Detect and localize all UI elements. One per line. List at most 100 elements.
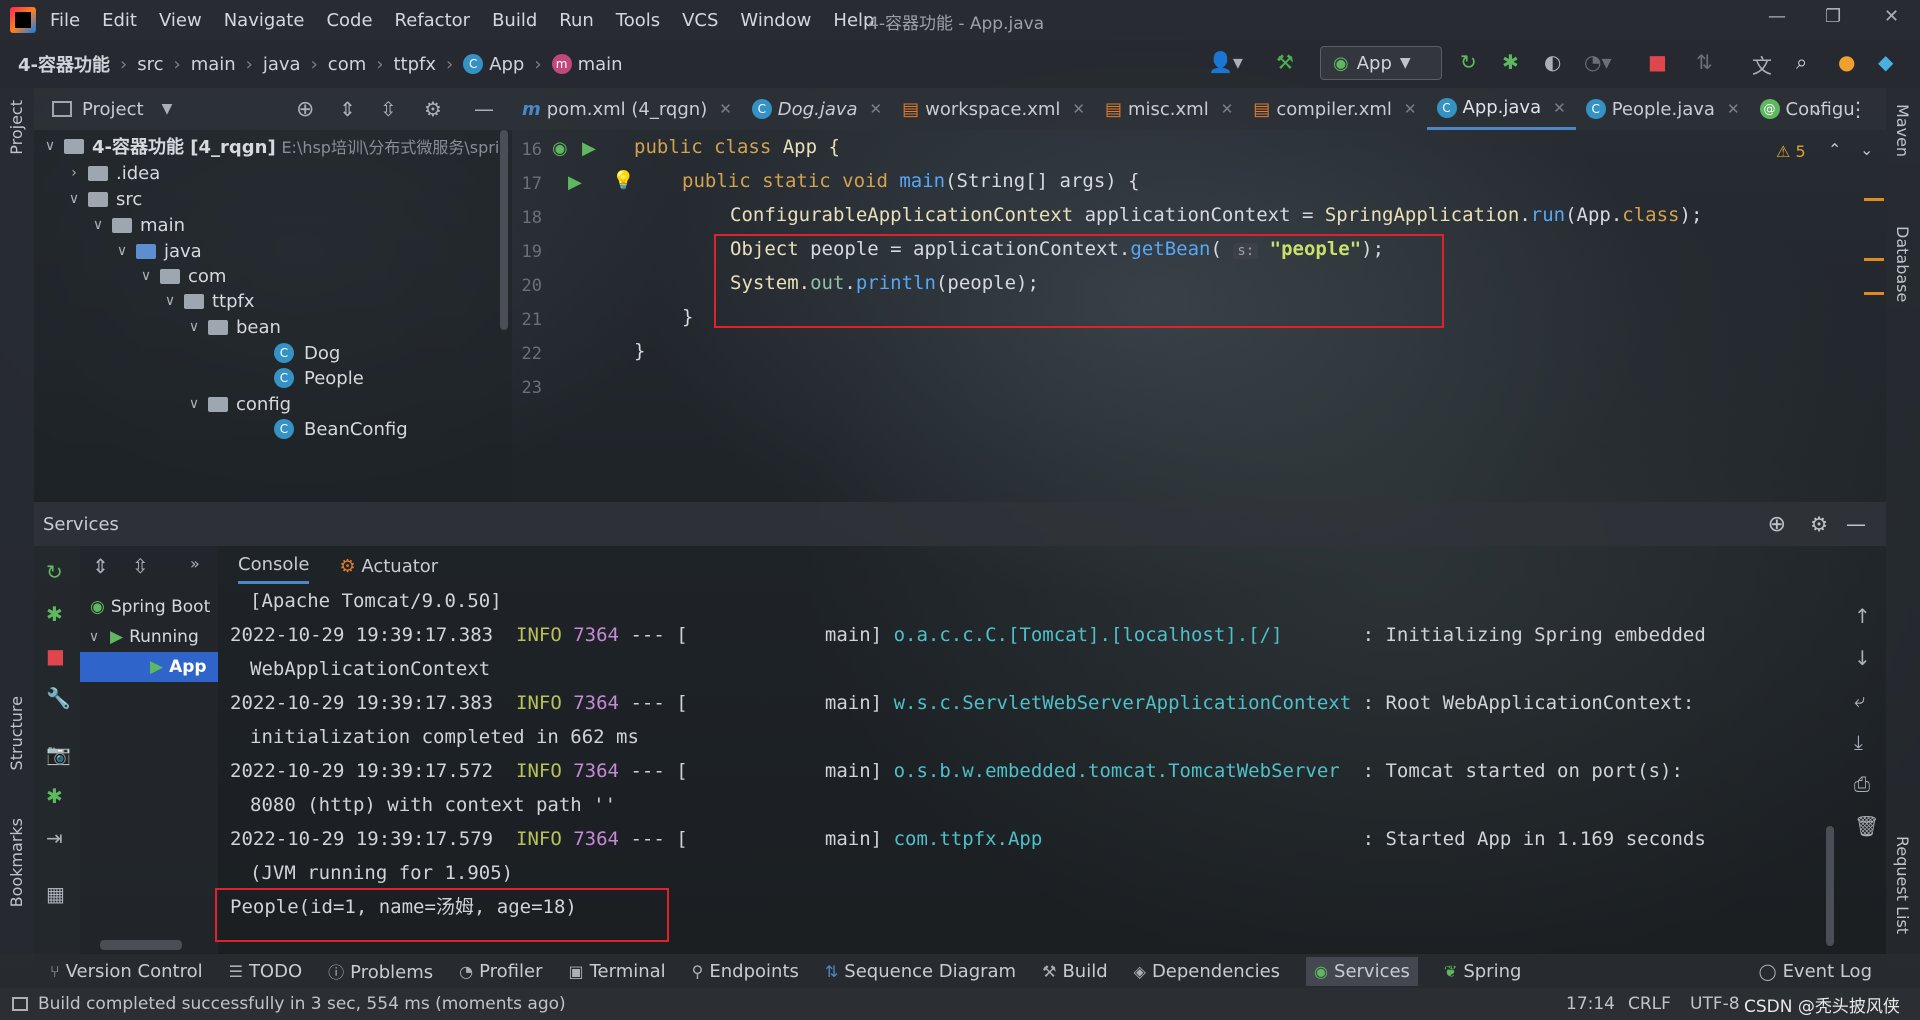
collapse-all-icon[interactable]: ⇳ bbox=[380, 97, 397, 121]
maven-tool-tab[interactable]: Maven bbox=[1893, 104, 1912, 157]
menu-window[interactable]: Window bbox=[740, 10, 811, 31]
tab-list-chevron-icon[interactable]: ⌄ bbox=[1809, 99, 1824, 120]
service-node-app[interactable]: ▶ App bbox=[80, 652, 218, 682]
next-highlight-icon[interactable]: ⌄ bbox=[1860, 140, 1873, 159]
rerun-icon[interactable]: ↻ bbox=[46, 560, 63, 584]
menu-edit[interactable]: Edit bbox=[102, 10, 137, 31]
file-encoding[interactable]: UTF-8 bbox=[1690, 994, 1740, 1014]
breadcrumb-app[interactable]: App bbox=[489, 54, 524, 75]
service-node-running[interactable]: ∨ ▶ Running bbox=[84, 622, 199, 652]
menu-file[interactable]: File bbox=[50, 10, 80, 31]
breadcrumb-java[interactable]: java bbox=[263, 54, 301, 75]
more-options-icon[interactable]: ⋮ bbox=[1848, 97, 1868, 121]
rerun-icon[interactable]: ↻ bbox=[1460, 50, 1477, 74]
layout-icon[interactable]: ▦ bbox=[46, 882, 65, 906]
stop-icon[interactable]: ■ bbox=[1648, 50, 1667, 74]
request-list-tool-tab[interactable]: Request List bbox=[1893, 836, 1912, 934]
vcs-icon[interactable]: ⇅ bbox=[1696, 50, 1713, 74]
print-icon[interactable]: ⎙ bbox=[1854, 772, 1870, 796]
tool-spring[interactable]: ❦ Spring bbox=[1444, 961, 1522, 982]
status-message[interactable]: Build completed successfully in 3 sec, 5… bbox=[38, 994, 566, 1014]
debug-icon[interactable]: ✱ bbox=[1502, 50, 1519, 74]
spring-bean-icon[interactable]: ◉ bbox=[552, 138, 568, 159]
tool-profiler[interactable]: ◔ Profiler bbox=[459, 961, 542, 982]
tool-services[interactable]: ◉ Services bbox=[1306, 956, 1418, 986]
collapse-all-icon[interactable]: ⇳ bbox=[132, 554, 149, 578]
camera-icon[interactable]: 📷 bbox=[46, 742, 71, 766]
close-tab-icon[interactable]: ✕ bbox=[1727, 100, 1740, 118]
menu-refactor[interactable]: Refactor bbox=[395, 10, 471, 31]
tree-node-bean[interactable]: ∨ bean bbox=[184, 312, 281, 342]
prev-highlight-icon[interactable]: ⌃ bbox=[1828, 140, 1841, 159]
wrench-icon[interactable]: 🔧 bbox=[46, 686, 71, 710]
tool-problems[interactable]: ⓘ Problems bbox=[328, 959, 433, 983]
close-tab-icon[interactable]: ✕ bbox=[1072, 100, 1085, 118]
tool-build[interactable]: ⚒ Build bbox=[1042, 961, 1108, 982]
breadcrumb-ttpfx[interactable]: ttpfx bbox=[393, 54, 436, 75]
breadcrumb-main[interactable]: main bbox=[191, 54, 236, 75]
tool-sequence-diagram[interactable]: ⇅ Sequence Diagram bbox=[825, 961, 1016, 982]
tool-terminal[interactable]: ▣ Terminal bbox=[568, 961, 665, 982]
bookmarks-tool-tab[interactable]: Bookmarks bbox=[7, 818, 26, 907]
restore-icon[interactable]: ❐ bbox=[1825, 6, 1841, 27]
tool-endpoints[interactable]: ⚲ Endpoints bbox=[692, 961, 799, 982]
user-icon[interactable]: 👤▾ bbox=[1208, 50, 1243, 74]
menu-code[interactable]: Code bbox=[326, 10, 372, 31]
locate-icon[interactable]: ⊕ bbox=[1768, 512, 1786, 537]
tab-pom-xml[interactable]: m pom.xml (4_rqgn) ✕ bbox=[512, 88, 742, 130]
run-config-select[interactable]: ◉ App ▼ bbox=[1320, 46, 1442, 80]
bulb-icon[interactable]: 💡 bbox=[612, 170, 634, 191]
run-gutter-icon[interactable]: ▶ bbox=[582, 138, 596, 159]
expand-all-icon[interactable]: ⇕ bbox=[339, 97, 356, 121]
scroll-up-icon[interactable]: ↑ bbox=[1854, 604, 1871, 628]
database-tool-tab[interactable]: Database bbox=[1893, 226, 1912, 302]
tree-node-root[interactable]: ∨ 4-容器功能 [4_rqgn] E:\hsp培训\分布式微服务\sprin bbox=[40, 131, 510, 161]
menu-build[interactable]: Build bbox=[492, 10, 537, 31]
expand-all-icon[interactable]: ⇕ bbox=[92, 554, 109, 578]
menu-navigate[interactable]: Navigate bbox=[224, 10, 305, 31]
translate-icon[interactable]: 文 bbox=[1752, 50, 1772, 79]
tab-workspace-xml[interactable]: ▤ workspace.xml ✕ bbox=[892, 88, 1095, 130]
search-icon[interactable]: ⌕ bbox=[1796, 50, 1807, 74]
close-icon[interactable]: ✕ bbox=[1884, 6, 1899, 27]
stop-icon[interactable]: ■ bbox=[46, 644, 65, 668]
debug-settings-icon[interactable]: ✱ bbox=[46, 784, 63, 808]
tool-todo[interactable]: ☰ TODO bbox=[229, 961, 303, 982]
caret-position[interactable]: 17:14 bbox=[1566, 994, 1615, 1014]
profile-icon[interactable]: ◔▾ bbox=[1584, 50, 1612, 74]
tab-actuator[interactable]: ⚙ Actuator bbox=[339, 556, 438, 577]
project-view-label[interactable]: Project bbox=[82, 99, 144, 120]
sign-in-icon[interactable]: ⇥ bbox=[46, 826, 63, 850]
hide-panel-icon[interactable]: — bbox=[1846, 512, 1866, 536]
gear-icon[interactable]: ⚙ bbox=[424, 97, 442, 121]
close-tab-icon[interactable]: ✕ bbox=[719, 100, 732, 118]
soft-wrap-icon[interactable]: ⤶ bbox=[1854, 688, 1865, 712]
project-tool-tab[interactable]: Project bbox=[7, 100, 26, 155]
tab-compiler-xml[interactable]: ▤ compiler.xml ✕ bbox=[1243, 88, 1426, 130]
close-tab-icon[interactable]: ✕ bbox=[1221, 100, 1234, 118]
scroll-down-icon[interactable]: ↓ bbox=[1854, 646, 1871, 670]
tree-scrollbar[interactable] bbox=[500, 130, 508, 330]
plugin-icon[interactable]: ◆ bbox=[1878, 50, 1893, 74]
update-icon[interactable]: ● bbox=[1838, 50, 1855, 74]
tree-node-beanconfig[interactable]: C BeanConfig bbox=[274, 414, 408, 444]
close-tab-icon[interactable]: ✕ bbox=[870, 100, 883, 118]
error-stripe-mark[interactable] bbox=[1864, 292, 1884, 295]
tab-app-java[interactable]: C App.java ✕ bbox=[1426, 88, 1576, 130]
console-scrollbar[interactable] bbox=[1826, 826, 1834, 946]
warning-indicator[interactable]: ⚠ 5 bbox=[1776, 142, 1806, 161]
tool-dependencies[interactable]: ◈ Dependencies bbox=[1134, 961, 1280, 982]
breadcrumb-com[interactable]: com bbox=[328, 54, 366, 75]
tool-version-control[interactable]: ⑂ Version Control bbox=[50, 961, 203, 982]
tool-event-log[interactable]: ◯ Event Log bbox=[1759, 961, 1872, 982]
service-node-spring-boot[interactable]: ◉ Spring Boot bbox=[90, 592, 210, 622]
error-stripe-mark[interactable] bbox=[1864, 258, 1884, 261]
line-separator[interactable]: CRLF bbox=[1628, 994, 1671, 1014]
structure-tool-tab[interactable]: Structure bbox=[7, 696, 26, 770]
menu-tools[interactable]: Tools bbox=[616, 10, 660, 31]
locate-icon[interactable]: ⊕ bbox=[296, 97, 314, 122]
menu-vcs[interactable]: VCS bbox=[682, 10, 718, 31]
error-stripe-mark[interactable] bbox=[1864, 198, 1884, 201]
close-tab-icon[interactable]: ✕ bbox=[1553, 99, 1566, 117]
trash-icon[interactable]: 🗑 bbox=[1854, 814, 1879, 838]
